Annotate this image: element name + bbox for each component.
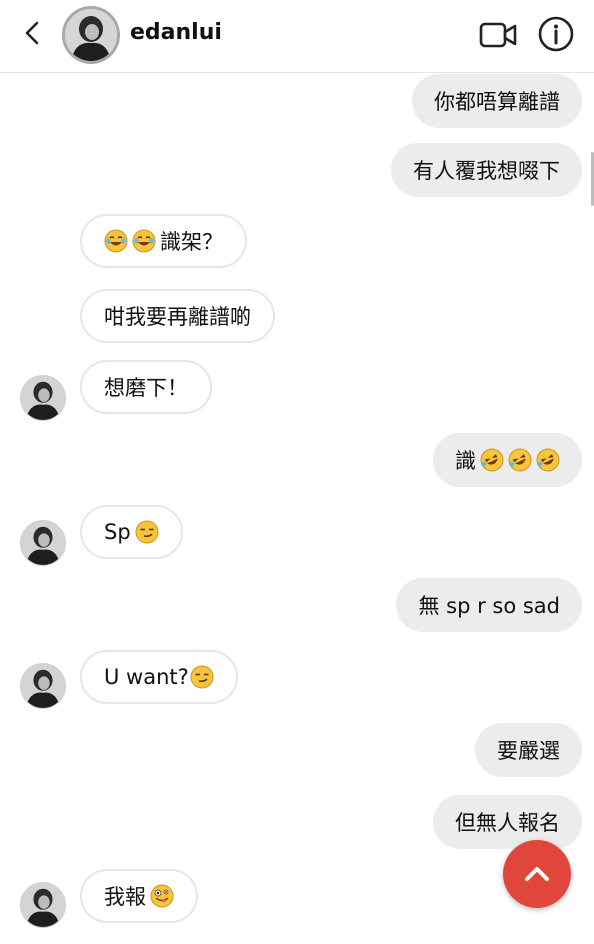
message-text: 想磨下！: [104, 376, 188, 400]
laughing-tears-emoji-icon: [132, 229, 156, 253]
chevron-up-icon: [525, 867, 549, 881]
message-bubble-outgoing[interactable]: 識: [433, 433, 582, 487]
message-bubble-incoming[interactable]: U want?: [80, 650, 238, 704]
message-bubble-incoming[interactable]: 想磨下！: [80, 360, 212, 414]
laughing-tears-emoji-icon: [104, 229, 128, 253]
message-text: Sp: [104, 520, 131, 544]
rofl-emoji-icon: [536, 448, 560, 472]
rofl-emoji-icon: [480, 448, 504, 472]
sender-avatar[interactable]: [20, 520, 66, 566]
message-text: 你都唔算離譜: [434, 90, 560, 114]
message-bubble-incoming[interactable]: 識架？: [80, 214, 247, 268]
video-camera-icon[interactable]: [478, 18, 518, 52]
message-text: 有人覆我想啜下: [413, 159, 560, 183]
info-icon[interactable]: [536, 14, 576, 54]
message-bubble-outgoing[interactable]: 但無人報名: [433, 795, 582, 849]
smirk-emoji-icon: [190, 665, 214, 689]
message-bubble-outgoing[interactable]: 你都唔算離譜: [412, 74, 582, 128]
message-bubble-outgoing[interactable]: 有人覆我想啜下: [391, 143, 582, 197]
message-bubble-outgoing[interactable]: 要嚴選: [475, 723, 582, 777]
message-text: U want?: [104, 665, 189, 689]
message-text: 無 sp r so sad: [418, 594, 560, 618]
message-bubble-incoming[interactable]: Sp: [80, 505, 183, 559]
sender-avatar[interactable]: [20, 663, 66, 709]
message-bubble-incoming[interactable]: 我報: [80, 869, 198, 923]
scroll-to-bottom-button[interactable]: [503, 840, 571, 908]
sender-avatar[interactable]: [20, 375, 66, 421]
zany-face-emoji-icon: [150, 884, 174, 908]
message-text: 但無人報名: [455, 811, 560, 835]
rofl-emoji-icon: [508, 448, 532, 472]
message-bubble-outgoing[interactable]: 無 sp r so sad: [396, 578, 582, 632]
chat-header: edanlui: [0, 0, 594, 73]
message-text: 識: [455, 449, 476, 473]
chat-username[interactable]: edanlui: [130, 20, 222, 45]
message-text: 要嚴選: [497, 739, 560, 763]
message-text: 我報: [104, 885, 146, 909]
chevron-left-icon[interactable]: [18, 18, 48, 48]
message-text: 咁我要再離譜啲: [104, 305, 251, 329]
message-text: 識架？: [160, 230, 223, 254]
smirk-emoji-icon: [135, 520, 159, 544]
sender-avatar[interactable]: [20, 882, 66, 928]
header-avatar[interactable]: [62, 6, 120, 64]
message-bubble-incoming[interactable]: 咁我要再離譜啲: [80, 289, 275, 343]
